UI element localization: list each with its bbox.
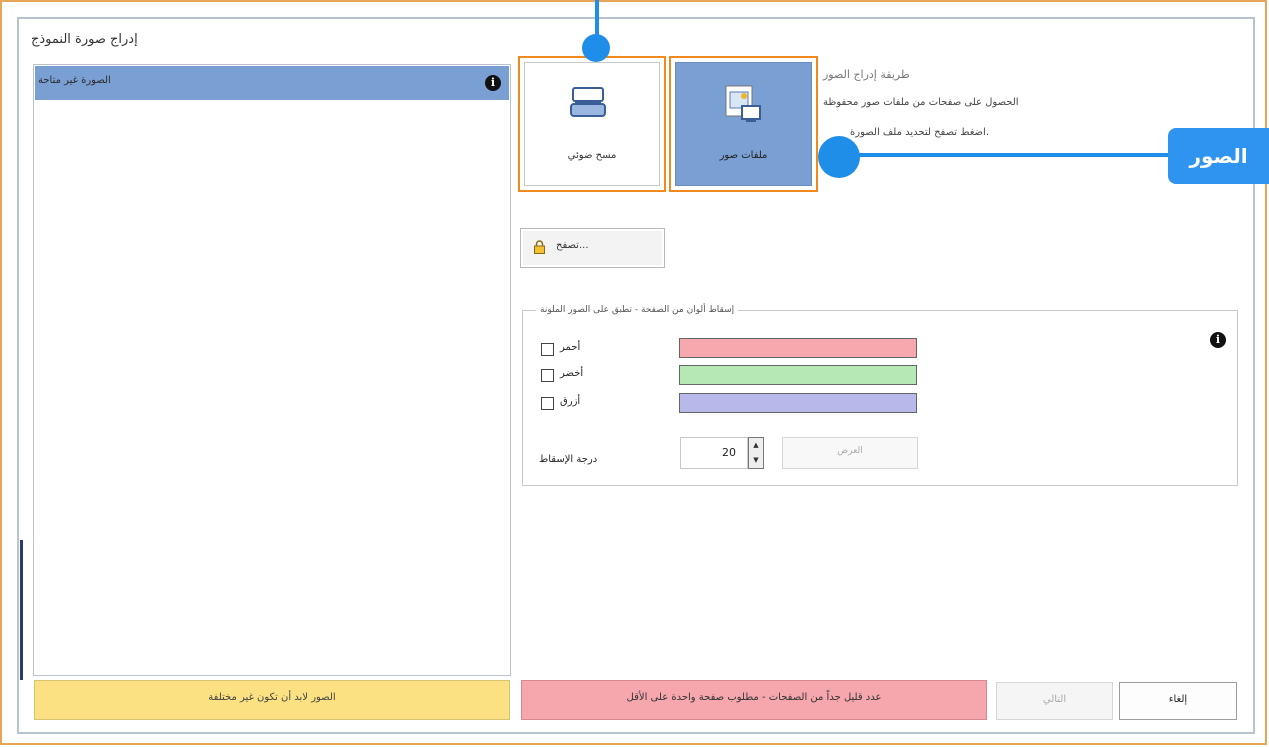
spin-down-icon[interactable]: ▼ [750,453,762,467]
color-dropout-title: إسقاط ألوان من الصفحة - تطبق على الصور ا… [536,305,739,315]
scanner-method-label: مسح ضوئي [567,150,617,161]
callout-dot-scanner [582,34,610,62]
green-label: أخضر [560,368,584,379]
drop-level-input[interactable] [680,437,748,469]
drop-level-value: 20 [722,446,736,459]
preview-button-label: العرض [837,446,863,456]
dialog-title: إدراج صورة النموذج [31,32,138,47]
callout-dot-files [818,136,860,178]
blue-checkbox[interactable] [541,397,554,410]
panel-edge-strip [20,540,23,680]
red-checkbox[interactable] [541,343,554,356]
image-files-method-button[interactable] [675,62,812,186]
blue-label: أزرق [560,396,581,407]
image-list-header-label: الصورة غير متاحة [38,75,111,86]
next-button-label: التالي [1042,694,1067,705]
lock-icon [534,240,545,254]
error-message: عدد قليل جداً من الصفحات - مطلوب صفحة وا… [626,692,882,703]
insert-method-hint: اضغط تصفح لتحديد ملف الصورة. [850,127,990,138]
app-root: إدراج صورة النموذج الصورة غير متاحة i ال… [0,0,1269,747]
cancel-button-label: إلغاء [1168,694,1188,705]
spin-up-icon[interactable]: ▲ [750,438,762,452]
image-file-icon [725,85,761,122]
image-warning-text: الصور لابد أن تكون غير مختلفة [208,692,336,703]
red-swatch [679,338,917,358]
browse-button-label: تصفح... [556,240,589,251]
insert-method-title: طريقة إدراج الصور [823,68,910,81]
red-label: أحمر [560,342,581,353]
image-list-panel [33,64,511,676]
files-method-label: ملفات صور [719,150,768,161]
blue-swatch [679,393,917,413]
info-icon[interactable]: i [1210,332,1226,348]
info-icon[interactable]: i [485,75,501,91]
callout-line-right [850,153,1172,157]
scanner-method-button[interactable] [524,62,660,186]
green-checkbox[interactable] [541,369,554,382]
scanner-icon [570,87,606,117]
callout-label: الصور [1168,128,1269,184]
drop-level-label: درجة الإسقاط [539,454,598,465]
green-swatch [679,365,917,385]
insert-method-description: الحصول على صفحات من ملفات صور محفوظة [823,97,1019,108]
